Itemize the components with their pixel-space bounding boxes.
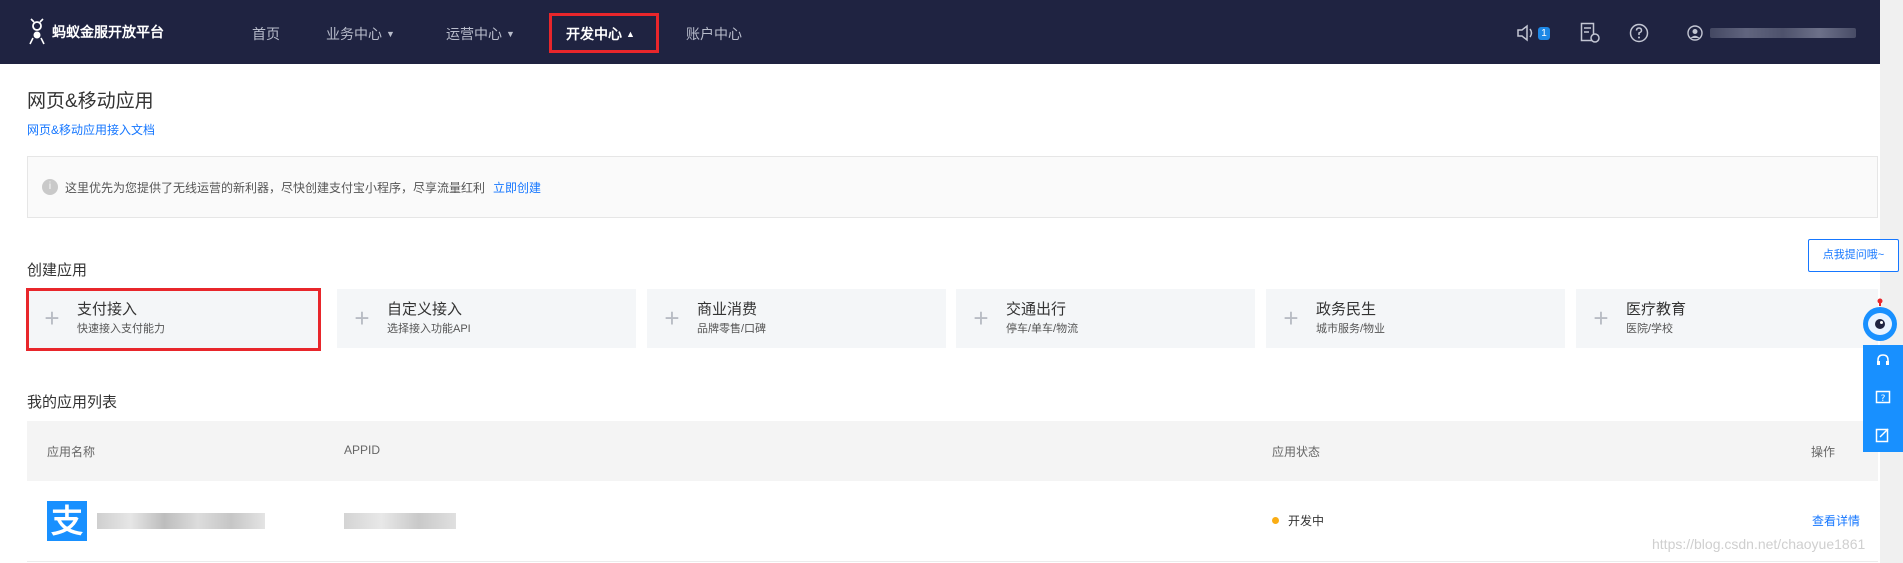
create-now-link[interactable]: 立即创建 <box>493 179 541 196</box>
robot-assistant-icon[interactable] <box>1860 298 1900 346</box>
plus-icon: + <box>354 303 370 333</box>
username-redacted[interactable] <box>1710 28 1856 38</box>
card-title: 自定义接入 <box>387 300 463 318</box>
status-dot-icon <box>1272 517 1279 524</box>
card-transport[interactable]: + 交通出行停车/单车/物流 <box>956 289 1255 348</box>
notice-text: 这里优先为您提供了无线运营的新利器，尽快创建支付宝小程序，尽享流量红利 <box>65 180 486 195</box>
plus-icon: + <box>973 303 989 333</box>
top-nav-bar: 蚂蚁金服开放平台 首页 业务中心 ▼ 运营中心 ▼ 开发中心 ▲ 账户中心 1 <box>0 0 1903 64</box>
card-title: 医疗教育 <box>1626 300 1687 318</box>
nav-account-center[interactable]: 账户中心 <box>686 24 742 44</box>
card-commerce[interactable]: + 商业消费品牌零售/口碑 <box>647 289 946 348</box>
page-scroll-gutter <box>1880 0 1903 563</box>
card-subtitle: 医院/学校 <box>1626 322 1674 335</box>
app-list-title: 我的应用列表 <box>27 394 118 411</box>
help-icon[interactable] <box>1629 23 1649 43</box>
annotation-box-dev-center <box>549 13 659 53</box>
col-status: 应用状态 <box>1272 445 1321 459</box>
svg-text:?: ? <box>1881 394 1886 404</box>
nav-operations-center[interactable]: 运营中心 ▼ <box>446 24 515 44</box>
logo-text: 蚂蚁金服开放平台 <box>52 24 164 40</box>
nav-operations-label: 运营中心 <box>446 26 502 42</box>
floating-toolbar: ? <box>1863 345 1903 452</box>
appid-redacted <box>344 513 456 529</box>
page-title: 网页&移动应用 <box>27 91 154 112</box>
card-subtitle: 停车/单车/物流 <box>1006 322 1079 335</box>
app-name-redacted <box>97 513 265 529</box>
task-list-icon[interactable] <box>1580 22 1600 44</box>
status-text: 开发中 <box>1288 514 1325 528</box>
ant-logo-icon <box>29 18 45 45</box>
notice-banner: i 这里优先为您提供了无线运营的新利器，尽快创建支付宝小程序，尽享流量红利 立即… <box>27 156 1878 218</box>
card-subtitle: 品牌零售/口碑 <box>697 322 767 335</box>
help-bubble[interactable]: 点我提问哦~ <box>1808 239 1899 272</box>
info-icon: i <box>42 179 58 195</box>
create-app-title: 创建应用 <box>27 262 88 279</box>
caret-down-icon: ▼ <box>386 29 395 39</box>
card-custom[interactable]: + 自定义接入选择接入功能API <box>337 289 636 348</box>
col-app-name: 应用名称 <box>47 445 96 459</box>
watermark-text: https://blog.csdn.net/chaoyue1861 <box>1652 536 1866 552</box>
card-title: 交通出行 <box>1006 300 1067 318</box>
alipay-logo-icon: 支 <box>47 501 87 541</box>
nav-business-center[interactable]: 业务中心 ▼ <box>326 24 395 44</box>
plus-icon: + <box>1593 303 1609 333</box>
nav-business-label: 业务中心 <box>326 26 382 42</box>
user-avatar-icon[interactable] <box>1687 25 1703 41</box>
card-government[interactable]: + 政务民生城市服务/物业 <box>1266 289 1565 348</box>
plus-icon: + <box>664 303 680 333</box>
card-medical[interactable]: + 医疗教育医院/学校 <box>1576 289 1878 348</box>
notification-badge: 1 <box>1538 27 1550 40</box>
faq-icon[interactable]: ? <box>1875 390 1891 406</box>
view-details-link[interactable]: 查看详情 <box>1812 512 1860 529</box>
nav-home-label: 首页 <box>252 26 280 42</box>
card-subtitle: 选择接入功能API <box>387 322 471 335</box>
speaker-icon[interactable] <box>1516 24 1536 42</box>
card-title: 商业消费 <box>697 300 758 318</box>
feedback-edit-icon[interactable] <box>1875 427 1891 443</box>
customer-service-icon[interactable] <box>1875 353 1891 369</box>
col-appid: APPID <box>344 443 381 457</box>
col-actions: 操作 <box>1811 445 1836 459</box>
status-badge: 开发中 <box>1272 512 1324 529</box>
doc-link[interactable]: 网页&移动应用接入文档 <box>27 121 155 138</box>
plus-icon: + <box>1283 303 1299 333</box>
nav-account-label: 账户中心 <box>686 26 742 42</box>
platform-logo[interactable]: 蚂蚁金服开放平台 <box>26 18 164 46</box>
caret-down-icon: ▼ <box>506 29 515 39</box>
table-row: 支 开发中 查看详情 <box>27 481 1878 562</box>
card-subtitle: 城市服务/物业 <box>1316 322 1386 335</box>
card-title: 政务民生 <box>1316 300 1377 318</box>
table-header: 应用名称 APPID 应用状态 操作 <box>27 421 1878 481</box>
nav-home[interactable]: 首页 <box>252 24 280 44</box>
annotation-box-payment <box>26 288 321 351</box>
